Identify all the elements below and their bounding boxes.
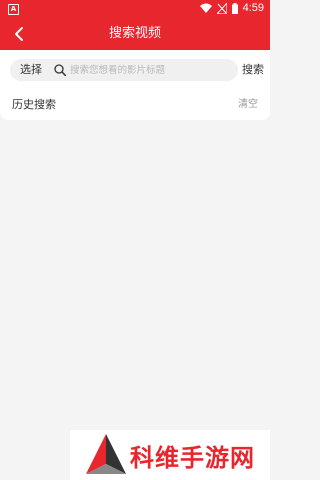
search-row: 选择 搜索 xyxy=(0,50,270,92)
page-title: 搜索视频 xyxy=(108,26,161,41)
search-button[interactable]: 搜索 xyxy=(242,59,264,81)
search-input[interactable] xyxy=(70,59,230,81)
status-bar: A 4:59 xyxy=(0,0,270,18)
search-box: 选择 xyxy=(10,59,238,81)
clear-history-button[interactable]: 清空 xyxy=(238,92,258,118)
search-type-selector[interactable]: 选择 xyxy=(20,59,42,81)
header-bar: 搜索视频 xyxy=(0,18,270,50)
watermark-logo xyxy=(86,434,126,474)
history-header: 历史搜索 清空 xyxy=(0,92,270,120)
search-icon xyxy=(54,64,66,76)
history-label: 历史搜索 xyxy=(12,98,56,111)
battery-icon xyxy=(231,2,238,14)
clock: 4:59 xyxy=(242,2,264,14)
watermark: 科维手游网 xyxy=(70,430,270,480)
wifi-icon xyxy=(199,3,212,13)
no-signal-icon xyxy=(216,2,227,14)
watermark-text: 科维手游网 xyxy=(130,444,255,472)
sim-indicator: A xyxy=(8,4,19,15)
